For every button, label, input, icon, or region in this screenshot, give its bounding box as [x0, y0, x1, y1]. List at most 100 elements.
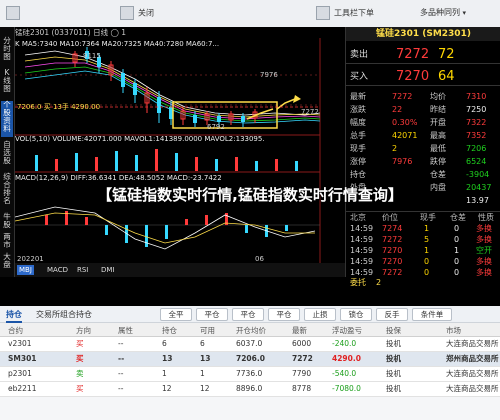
quote-stat-row: 总手 42071 最高 7352 — [346, 130, 500, 141]
stat-value: 20437 — [466, 183, 492, 192]
tick-time: 14:59 — [350, 246, 374, 255]
close-position-button[interactable]: 平仓 — [196, 308, 228, 321]
tick-diff: 0 — [454, 224, 460, 233]
table-cell: eb2211 — [8, 384, 37, 393]
tick-price: 7270 — [382, 246, 403, 255]
close-icon — [120, 6, 134, 20]
stat-label: 仓差 — [430, 170, 446, 179]
stat-label: 最高 — [430, 131, 446, 140]
tab-macd[interactable]: MACD — [45, 265, 70, 275]
sidebar-item-0[interactable]: 分时图 — [1, 37, 13, 65]
tick-volume: 0 — [424, 257, 430, 266]
table-cell: 7206.0 — [236, 354, 265, 363]
tab-dmi[interactable]: DMI — [99, 265, 117, 275]
app-menu-icon[interactable] — [6, 6, 24, 20]
sidebar-item-2[interactable]: 个股资料 — [1, 101, 13, 137]
positions-panel: 持仓 交易所组合持仓 全平 平仓 平仓 平仓 止损 锁仓 反手 条件单 合约 方… — [0, 306, 500, 420]
table-cell: 郑州商品交易所 — [446, 354, 499, 363]
table-cell: 6037.0 — [236, 339, 263, 348]
table-row[interactable]: SM301 买 -- 13 13 7206.0 7272 4290.0 投机 郑州商品交易所 — [0, 352, 500, 367]
sidebar-item-5[interactable]: 牛股 — [1, 213, 13, 231]
table-cell: p2301 — [8, 369, 32, 378]
stat-label: 幅度 — [350, 118, 366, 127]
bid-volume: 64 — [438, 69, 455, 84]
stat-value: 7272 — [392, 92, 413, 101]
stat-label: 跌停 — [430, 157, 446, 166]
stat-value: 42071 — [392, 131, 418, 140]
table-cell: 投机 — [386, 339, 401, 348]
position-note: 7206.0 买 13手 4290.00 — [17, 103, 101, 111]
table-cell: -- — [118, 384, 124, 393]
positions-header: 合约 方向 属性 持仓 可用 开仓均价 最新 浮动盈亏 投保 市场 — [0, 323, 500, 337]
tab-positions[interactable]: 持仓 — [6, 309, 22, 323]
table-cell: 大连商品交易所 — [446, 369, 499, 378]
tick-volume: 5 — [424, 235, 430, 244]
table-cell: 大连商品交易所 — [446, 339, 499, 348]
tick-diff: 1 — [454, 246, 460, 255]
stat-value: 7206 — [466, 144, 487, 153]
close-yesterday-button[interactable]: 平仓 — [268, 308, 300, 321]
table-cell: 12 — [200, 384, 210, 393]
stat-label: 涨跌 — [350, 105, 366, 114]
tick-row: 14:59 7270 1 1 空开 — [346, 245, 500, 256]
tab-exchange-combo[interactable]: 交易所组合持仓 — [36, 309, 92, 321]
sidebar-item-4[interactable]: 综合排名 — [1, 173, 13, 209]
stat-label: 最低 — [430, 144, 446, 153]
kline-chart[interactable]: 锰硅2301 (0337011) 日线 ◯ 1 K MA5:7340 MA10:… — [15, 27, 345, 277]
y-label-top: 7976 — [260, 71, 278, 79]
table-cell: 投机 — [386, 369, 401, 378]
table-cell: 投机 — [386, 384, 401, 393]
y-label-mid: 7272 — [301, 108, 319, 116]
bid-price: 7270 — [396, 69, 430, 84]
ask-price: 7272 — [396, 47, 430, 62]
table-cell: 买 — [76, 384, 84, 393]
table-cell: 7736.0 — [236, 369, 263, 378]
table-cell: 买 — [76, 354, 84, 363]
stat-value: 7310 — [466, 92, 487, 101]
stat-label: 均价 — [430, 92, 446, 101]
close-button[interactable]: 关闭 — [120, 6, 154, 20]
top-toolbar: 关闭 工具栏下单 多品种同列 ▾ — [0, 0, 500, 28]
close-all-button[interactable]: 全平 — [160, 308, 192, 321]
sidebar-item-1[interactable]: K线图 — [1, 69, 13, 97]
volume-readout: VOL(5,10) VOLUME:42071.000 MAVOL1:141389… — [15, 135, 265, 143]
table-row[interactable]: v2301 买 -- 6 6 6037.0 6000 -240.0 投机 大连商品交易所 — [0, 337, 500, 352]
table-cell: 买 — [76, 339, 84, 348]
table-cell: 1 — [200, 369, 205, 378]
stat-label: 开盘 — [430, 118, 446, 127]
stat-label: 最新 — [350, 92, 366, 101]
tick-diff: 0 — [454, 235, 460, 244]
toolbar-order-checkbox[interactable]: 工具栏下单 — [316, 6, 374, 20]
sidebar-item-7[interactable]: 大盘 — [1, 253, 13, 271]
quote-stat-row: 涨跌 22 昨结 7250 — [346, 104, 500, 115]
stat-label: 涨停 — [350, 157, 366, 166]
stat-value: 13.97 — [466, 196, 489, 205]
tab-mbj[interactable]: MBJ — [17, 265, 34, 275]
sidebar-item-6[interactable]: 两市 — [1, 233, 13, 251]
table-cell: 6 — [162, 339, 167, 348]
bid-label: 买入 — [350, 72, 369, 82]
tick-diff: 0 — [454, 257, 460, 266]
tab-rsi[interactable]: RSI — [75, 265, 90, 275]
table-cell: 8896.0 — [236, 384, 263, 393]
tick-row: 14:59 7272 5 0 多换 — [346, 234, 500, 245]
bid-row[interactable]: 买入 7270 64 — [346, 69, 500, 86]
close-today-button[interactable]: 平仓 — [232, 308, 264, 321]
lock-button[interactable]: 锁仓 — [340, 308, 372, 321]
stop-loss-button[interactable]: 止损 — [304, 308, 336, 321]
multi-period-button[interactable]: 多品种同列 ▾ — [420, 6, 466, 20]
sidebar-item-3[interactable]: 自选股 — [1, 141, 13, 169]
table-cell: SM301 — [8, 354, 37, 363]
stat-value: 22 — [392, 105, 403, 114]
reverse-button[interactable]: 反手 — [376, 308, 408, 321]
table-row[interactable]: p2301 卖 -- 1 1 7736.0 7790 -540.0 投机 大连商品交易所 — [0, 367, 500, 382]
ask-label: 卖出 — [350, 50, 369, 60]
stat-value: 7250 — [466, 105, 487, 114]
macd-readout: MACD(12,26,9) DIFF:36.6341 DEA:48.5052 M… — [15, 174, 222, 182]
conditional-order-button[interactable]: 条件单 — [412, 308, 452, 321]
table-cell: 投机 — [386, 354, 401, 363]
table-cell: -- — [118, 339, 124, 348]
table-row[interactable]: eb2211 买 -- 12 12 8896.0 8778 -7080.0 投机 大连商品交易所 — [0, 382, 500, 397]
stat-value: 7976 — [392, 157, 413, 166]
ask-row[interactable]: 卖出 7272 72 — [346, 47, 500, 64]
